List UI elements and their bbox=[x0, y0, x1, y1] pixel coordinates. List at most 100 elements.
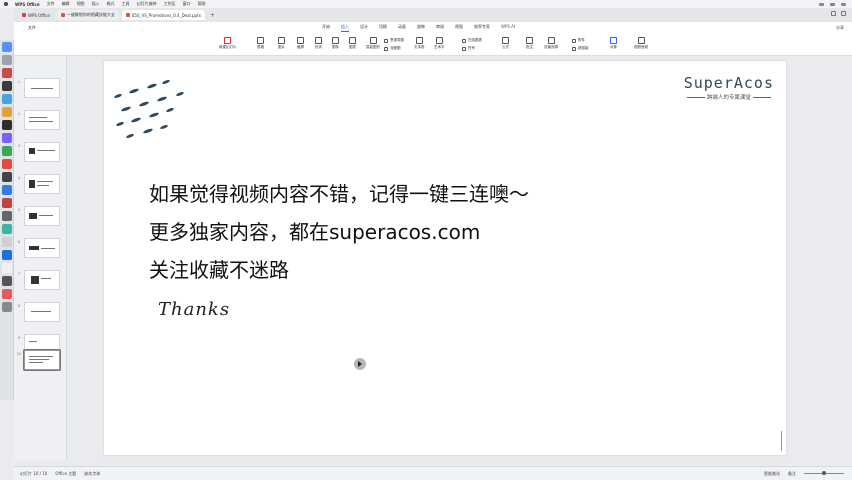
tab-slideshow[interactable]: 放映 bbox=[417, 24, 425, 32]
tab-design[interactable]: 设计 bbox=[360, 24, 368, 32]
launchpad-icon[interactable] bbox=[1, 55, 12, 65]
menubar-item[interactable]: 格式 bbox=[107, 1, 115, 7]
shape-button[interactable]: 形状 bbox=[315, 37, 322, 50]
menubar-item[interactable]: 插入 bbox=[92, 1, 100, 7]
icon-button[interactable]: 图标 bbox=[332, 37, 339, 50]
mindmap-icon bbox=[384, 38, 388, 43]
header-footer-button[interactable]: 页眉页脚 bbox=[544, 37, 558, 50]
menubar-item[interactable]: 窗口 bbox=[183, 1, 191, 7]
textbox-button[interactable]: 文本框 bbox=[414, 37, 425, 50]
object-button[interactable]: 对象 bbox=[610, 37, 617, 50]
app-icon[interactable] bbox=[1, 146, 12, 156]
slide-canvas-area[interactable]: SuperAcos 跨端人的专属课堂 如果觉得视频内容不错，记得一键三连噢～ 更… bbox=[67, 56, 852, 460]
mindmap-button[interactable]: 思维导图 bbox=[384, 38, 404, 43]
app-icon[interactable] bbox=[1, 172, 12, 182]
slide-thumb[interactable]: 3 bbox=[14, 142, 60, 162]
slide-thumb[interactable]: 4 bbox=[14, 174, 60, 194]
app-icon[interactable] bbox=[1, 120, 12, 130]
menubar-item[interactable]: 编辑 bbox=[62, 1, 70, 7]
chart-button[interactable]: 图表 bbox=[349, 37, 356, 50]
menubar-item[interactable]: 文件 bbox=[47, 1, 55, 7]
app-icon[interactable] bbox=[1, 263, 12, 273]
missing-font-indicator[interactable]: 缺失字体 bbox=[84, 471, 100, 477]
zoom-slider[interactable] bbox=[804, 471, 844, 475]
equation-button[interactable]: 公式 bbox=[502, 37, 509, 50]
wordart-button[interactable]: 艺术字 bbox=[434, 37, 445, 50]
slide-thumb[interactable]: 8 bbox=[14, 302, 60, 322]
smartart-button[interactable]: 智能图形 bbox=[366, 37, 380, 50]
minimize-icon[interactable] bbox=[831, 11, 836, 16]
slide-thumb[interactable]: 6 bbox=[14, 238, 60, 258]
media-button[interactable]: 视频音频 bbox=[634, 37, 648, 50]
attachment-button[interactable]: 附件 bbox=[572, 38, 585, 43]
tab-transitions[interactable]: 切换 bbox=[379, 24, 387, 32]
slide-thumb[interactable]: 7 bbox=[14, 270, 60, 290]
app-icon[interactable] bbox=[1, 198, 12, 208]
notes-button[interactable]: 备注 bbox=[788, 471, 796, 477]
slide-thumbnail-panel: 1 2 3 4 5 6 7 8 9 10 bbox=[14, 56, 67, 460]
slide-text-line-2[interactable]: 更多独家内容，都在superacos.com bbox=[149, 216, 480, 245]
tab-home[interactable]: 开始 bbox=[322, 24, 330, 32]
picture-button[interactable]: 图片 bbox=[278, 37, 285, 50]
menubar-item[interactable]: 工作区 bbox=[164, 1, 176, 7]
tab-wps-home[interactable]: WPS Office bbox=[18, 10, 54, 20]
menubar-item[interactable]: 帮助 bbox=[198, 1, 206, 7]
wps-ai-button[interactable]: WPS AI bbox=[501, 24, 515, 32]
online-chart-button[interactable]: 在线图表 bbox=[462, 38, 482, 43]
screenshot-button[interactable]: 截屏 bbox=[297, 37, 304, 50]
control-center-icon[interactable] bbox=[841, 2, 846, 6]
slide-text-line-3[interactable]: 关注收藏不迷路 bbox=[149, 254, 289, 283]
tab-view[interactable]: 视图 bbox=[455, 24, 463, 32]
slide-thumb-selected[interactable]: 10 bbox=[14, 350, 60, 370]
app-icon[interactable] bbox=[1, 133, 12, 143]
vertical-scrollbar[interactable] bbox=[781, 431, 782, 451]
file-menu[interactable]: 文件 bbox=[14, 25, 74, 31]
menubar-item[interactable]: 工具 bbox=[122, 1, 130, 7]
battery-icon[interactable] bbox=[830, 2, 835, 6]
tab-animations[interactable]: 动画 bbox=[398, 24, 406, 32]
new-slide-button[interactable]: 新建幻灯片 bbox=[219, 37, 237, 50]
app-icon[interactable] bbox=[1, 224, 12, 234]
slide-thumb[interactable]: 2 bbox=[14, 110, 60, 130]
apple-icon[interactable] bbox=[4, 2, 8, 6]
app-icon[interactable] bbox=[1, 211, 12, 221]
flowchart-button[interactable]: 流程图 bbox=[384, 46, 401, 51]
ribbon-label: 页眉页脚 bbox=[544, 45, 558, 49]
app-icon[interactable] bbox=[1, 159, 12, 169]
thanks-handwriting[interactable]: Thanks bbox=[158, 299, 230, 320]
tab-document-active[interactable]: 050_VS_Promotions_0.4_Deal.pptx bbox=[121, 10, 205, 20]
menubar-app-name[interactable]: WPS Office bbox=[15, 2, 40, 7]
app-icon[interactable] bbox=[1, 289, 12, 299]
app-icon[interactable] bbox=[1, 107, 12, 117]
app-icon[interactable] bbox=[1, 68, 12, 78]
tab-review[interactable]: 审阅 bbox=[436, 24, 444, 32]
smart-beautify-button[interactable]: 智能美化 bbox=[764, 471, 780, 477]
current-slide[interactable]: SuperAcos 跨端人的专属课堂 如果觉得视频内容不错，记得一键三连噢～ 更… bbox=[104, 61, 786, 455]
comment-button[interactable]: 批注 bbox=[526, 37, 533, 50]
new-tab-icon[interactable]: + bbox=[210, 12, 215, 19]
app-icon[interactable] bbox=[1, 94, 12, 104]
tab-insert[interactable]: 插入 bbox=[341, 24, 349, 32]
app-icon[interactable] bbox=[1, 185, 12, 195]
finder-icon[interactable] bbox=[1, 42, 12, 52]
share-button[interactable]: 分享 bbox=[836, 25, 844, 31]
theme-name[interactable]: Office 主题 bbox=[55, 471, 76, 477]
symbol-button[interactable]: 符号 bbox=[462, 46, 475, 51]
table-button[interactable]: 表格 bbox=[257, 37, 264, 50]
menubar-item[interactable]: 幻灯片放映 bbox=[137, 1, 157, 7]
trash-icon[interactable] bbox=[1, 302, 12, 312]
app-icon[interactable] bbox=[1, 250, 12, 260]
slide-text-line-1[interactable]: 如果觉得视频内容不错，记得一键三连噢～ bbox=[149, 178, 529, 207]
wifi-icon[interactable] bbox=[819, 2, 824, 6]
menubar-item[interactable]: 视图 bbox=[77, 1, 85, 7]
tab-document[interactable]: 一键解锁你的隐藏技能大全 bbox=[56, 10, 119, 20]
tab-efficiency[interactable]: 效率专家 bbox=[474, 24, 490, 32]
app-icon[interactable] bbox=[1, 276, 12, 286]
slide-thumb[interactable]: 1 bbox=[14, 78, 60, 98]
slide-thumb[interactable]: 5 bbox=[14, 206, 60, 226]
terminal-icon[interactable] bbox=[1, 81, 12, 91]
app-icon[interactable] bbox=[1, 237, 12, 247]
online-chart-icon bbox=[462, 38, 466, 43]
maximize-icon[interactable] bbox=[841, 11, 846, 16]
hyperlink-button[interactable]: 超链接 bbox=[572, 46, 589, 51]
